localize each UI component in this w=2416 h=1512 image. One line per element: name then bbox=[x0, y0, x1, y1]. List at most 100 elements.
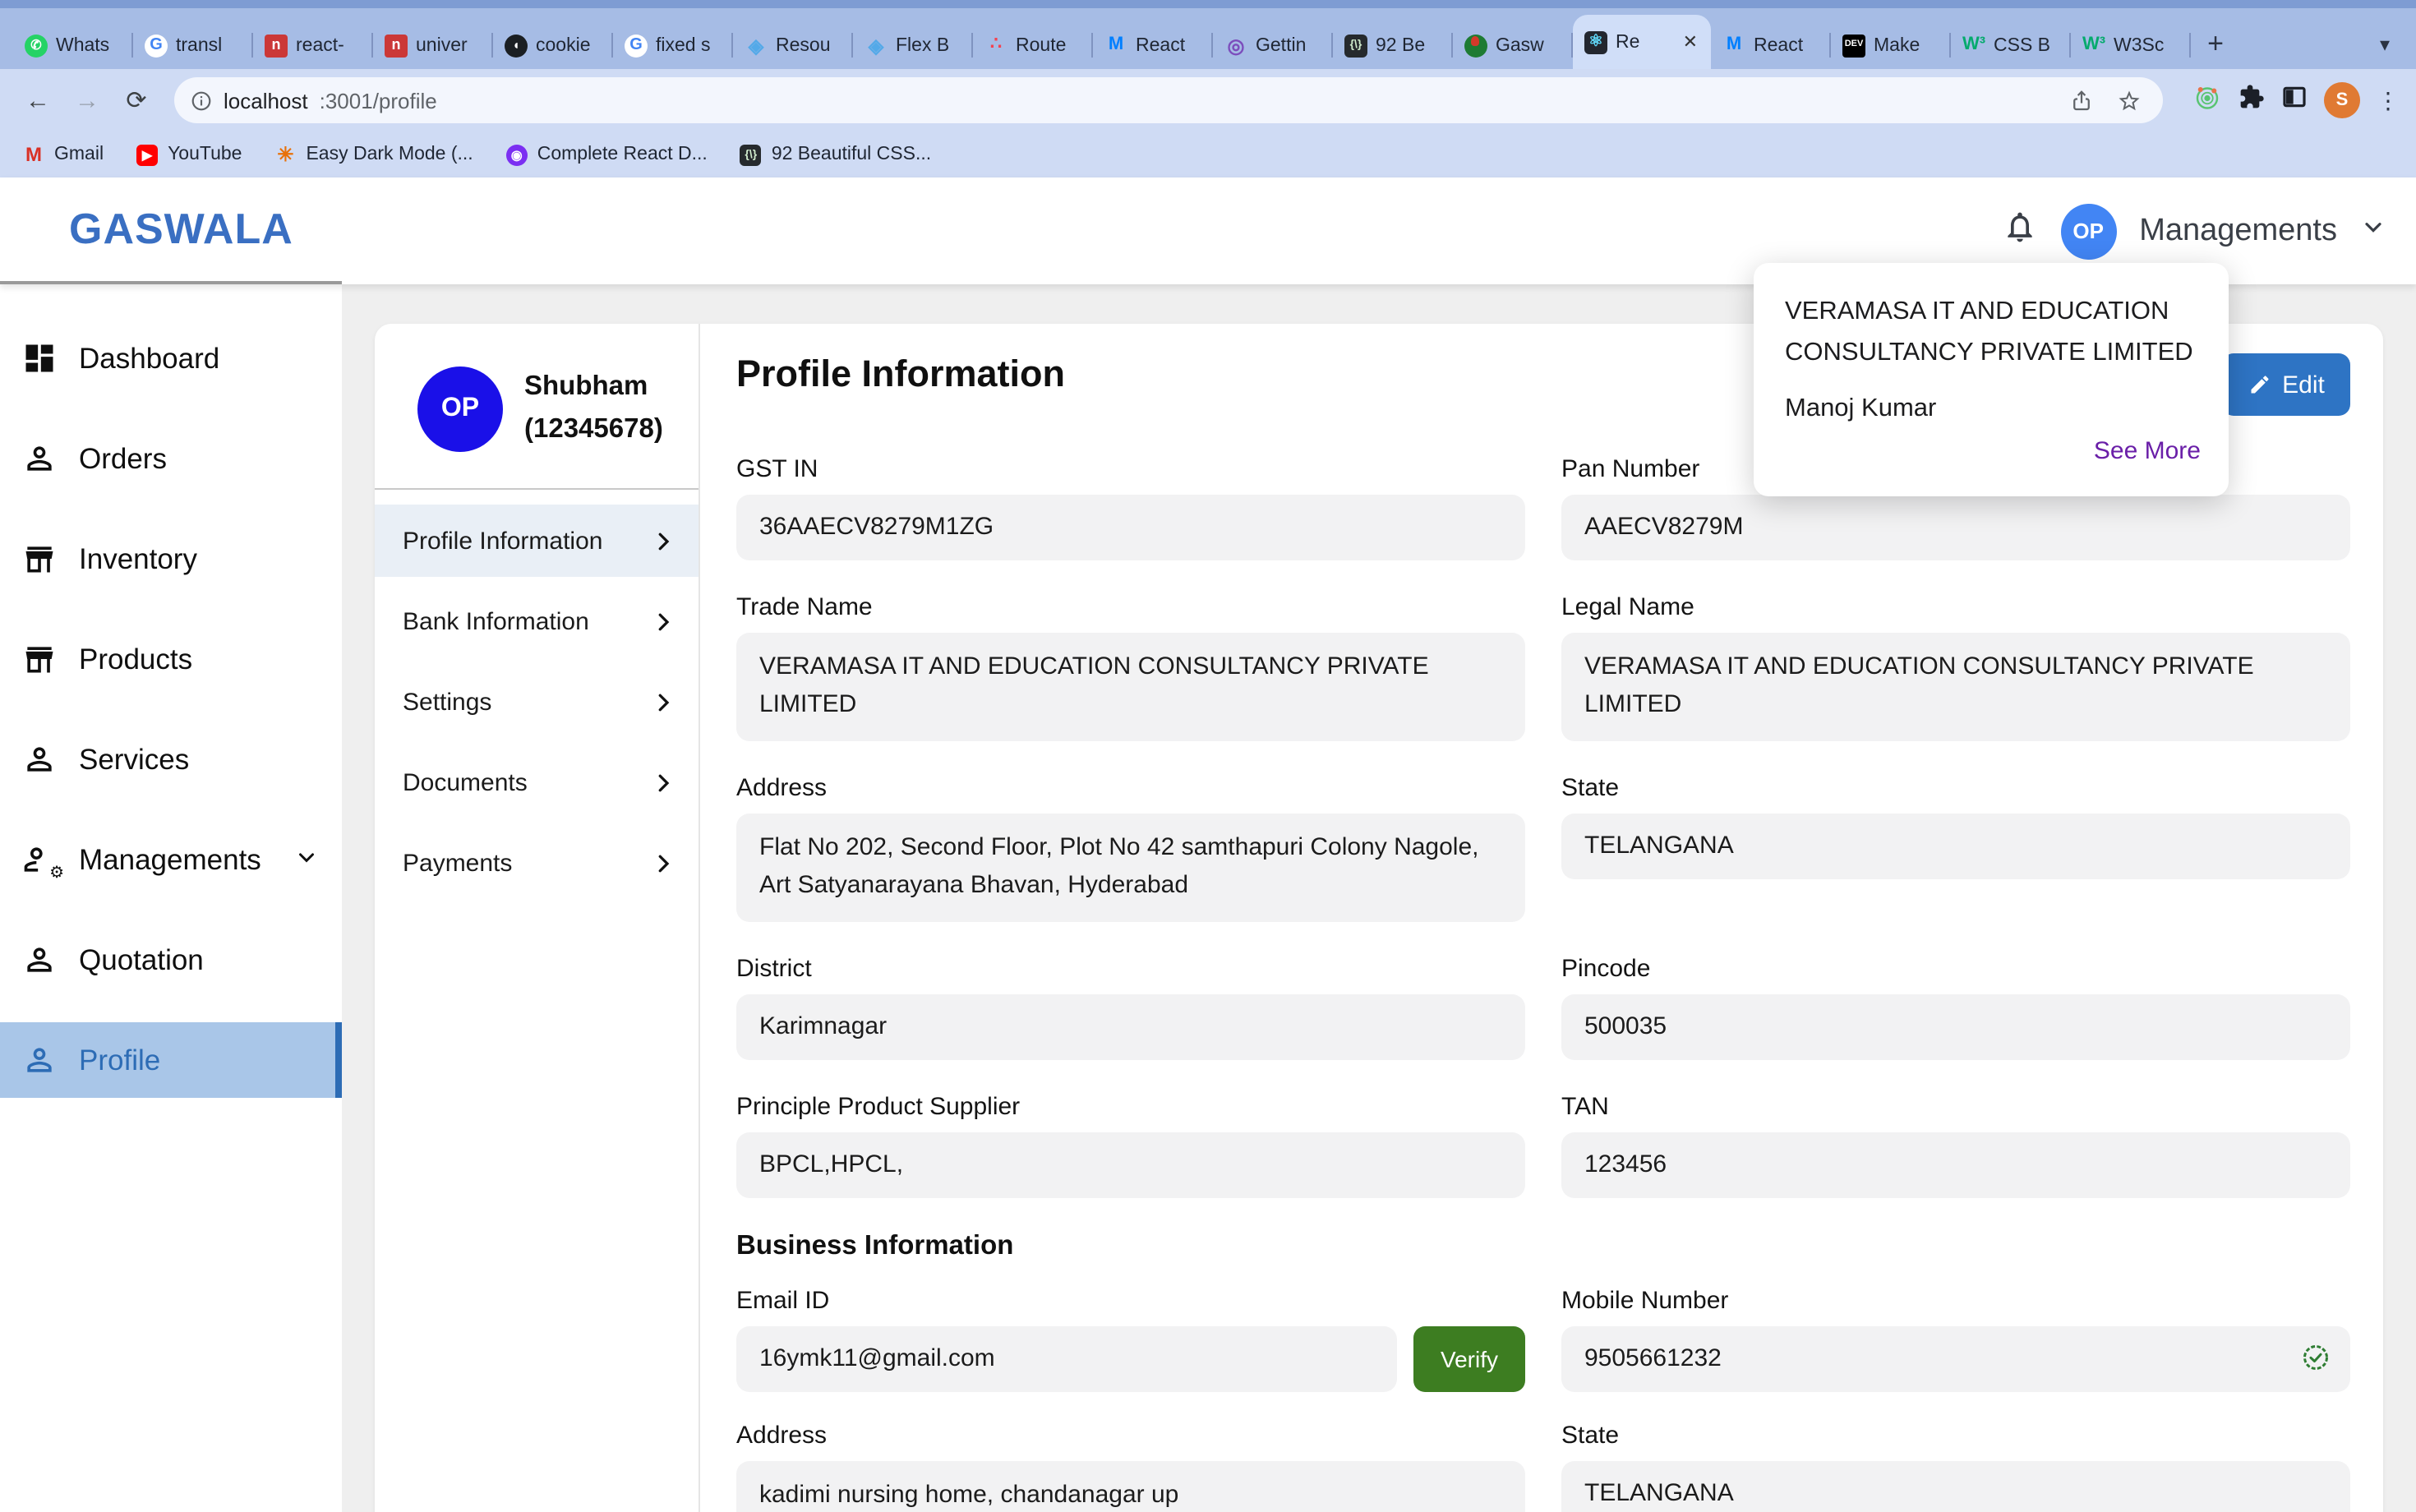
forward-button[interactable]: → bbox=[66, 79, 108, 122]
storefront-icon bbox=[21, 641, 58, 677]
browser-tab[interactable]: ◈Flex B bbox=[853, 21, 973, 69]
sidebar-item-inventory[interactable]: Inventory bbox=[0, 521, 342, 597]
sidebar-item-profile[interactable]: Profile bbox=[0, 1022, 342, 1098]
bookmark-item[interactable]: ▶YouTube bbox=[136, 144, 242, 165]
chevron-down-icon[interactable] bbox=[2360, 214, 2386, 248]
sidebar-item-dashboard[interactable]: Dashboard bbox=[0, 320, 342, 396]
browser-tab[interactable]: ◖cookie bbox=[493, 21, 613, 69]
react-course-icon: ◉ bbox=[506, 144, 528, 165]
bookmark-item[interactable]: ✳Easy Dark Mode (... bbox=[274, 144, 473, 165]
business-state-field[interactable]: TELANGANA bbox=[1561, 1461, 2350, 1512]
extensions-puzzle-icon[interactable] bbox=[2238, 83, 2265, 118]
sidebar-item-managements[interactable]: ⚙ Managements bbox=[0, 822, 342, 897]
sidebar-item-services[interactable]: Services bbox=[0, 721, 342, 797]
business-address-label: Address bbox=[736, 1422, 1525, 1450]
mui-icon: M bbox=[1722, 34, 1745, 57]
address-bar[interactable]: localhost:3001/profile bbox=[174, 77, 2163, 123]
trade-name-label: Trade Name bbox=[736, 593, 1525, 621]
react-devtools-icon[interactable] bbox=[2192, 81, 2222, 119]
legal-name-label: Legal Name bbox=[1561, 593, 2350, 621]
district-field[interactable]: Karimnagar bbox=[736, 994, 1525, 1060]
person-icon bbox=[21, 1042, 58, 1078]
profile-avatar: OP bbox=[417, 366, 503, 452]
close-tab-icon[interactable]: ✕ bbox=[1681, 31, 1699, 53]
back-button[interactable]: ← bbox=[16, 79, 59, 122]
bookmark-star-icon[interactable] bbox=[2110, 82, 2146, 118]
browser-tab[interactable]: {\}92 Be bbox=[1333, 21, 1453, 69]
new-tab-button[interactable]: + bbox=[2191, 20, 2240, 69]
browser-tab[interactable]: Gtransl bbox=[133, 21, 253, 69]
react-router-icon: ∴ bbox=[984, 34, 1007, 57]
browser-tab[interactable]: ◎Gettin bbox=[1213, 21, 1333, 69]
browser-tab[interactable]: ✆Whats bbox=[13, 21, 133, 69]
account-menu-label[interactable]: Managements bbox=[2139, 213, 2337, 249]
subnav-profile-information[interactable]: Profile Information bbox=[375, 505, 699, 577]
profile-subnav: Profile Information Bank Information Set… bbox=[375, 490, 699, 899]
state-field[interactable]: TELANGANA bbox=[1561, 814, 2350, 879]
browser-tab[interactable]: MReact bbox=[1711, 21, 1831, 69]
site-info-icon[interactable] bbox=[191, 90, 212, 111]
gaswala-logo[interactable]: GASWALA bbox=[69, 204, 293, 255]
browser-tab[interactable]: Gfixed s bbox=[613, 21, 733, 69]
edit-button[interactable]: Edit bbox=[2222, 353, 2350, 416]
bookmarks-bar: MGmail ▶YouTube ✳Easy Dark Mode (... ◉Co… bbox=[0, 131, 2416, 177]
browser-tab[interactable]: nreact- bbox=[253, 21, 373, 69]
browser-tab[interactable]: Gasw bbox=[1453, 21, 1573, 69]
window-top-band bbox=[0, 0, 2416, 8]
user-avatar[interactable]: OP bbox=[2060, 203, 2116, 259]
gstin-field[interactable]: 36AAECV8279M1ZG bbox=[736, 495, 1525, 560]
supplier-field[interactable]: BPCL,HPCL, bbox=[736, 1132, 1525, 1198]
google-icon: G bbox=[145, 34, 168, 57]
email-field[interactable]: 16ymk11@gmail.com bbox=[736, 1326, 1397, 1392]
trade-name-field[interactable]: VERAMASA IT AND EDUCATION CONSULTANCY PR… bbox=[736, 633, 1525, 741]
pencil-icon bbox=[2248, 373, 2271, 396]
email-label: Email ID bbox=[736, 1287, 1525, 1315]
browser-tab[interactable]: W³W3Sc bbox=[2071, 21, 2191, 69]
browser-tab[interactable]: ∴Route bbox=[973, 21, 1093, 69]
side-panel-icon[interactable] bbox=[2281, 83, 2308, 118]
bookmark-item[interactable]: {\}92 Beautiful CSS... bbox=[740, 144, 931, 165]
tab-search-chevron-icon[interactable]: ▾ bbox=[2380, 20, 2390, 69]
mobile-field[interactable]: 9505661232 bbox=[1561, 1326, 2350, 1392]
browser-tab[interactable]: nuniver bbox=[373, 21, 493, 69]
npm-icon: n bbox=[385, 34, 408, 57]
browser-tab[interactable]: DEVMake bbox=[1831, 21, 1951, 69]
subnav-payments[interactable]: Payments bbox=[375, 827, 699, 899]
pan-field[interactable]: AAECV8279M bbox=[1561, 495, 2350, 560]
share-icon[interactable] bbox=[2063, 82, 2099, 118]
district-label: District bbox=[736, 955, 1525, 983]
profile-form: Profile Information Edit GST IN 36AAECV8… bbox=[700, 324, 2383, 1512]
dark-mode-extension-icon: ✳ bbox=[274, 144, 296, 165]
person-icon bbox=[21, 741, 58, 777]
browser-tab[interactable]: W³CSS B bbox=[1951, 21, 2071, 69]
address-field[interactable]: Flat No 202, Second Floor, Plot No 42 sa… bbox=[736, 814, 1525, 922]
bookmark-item[interactable]: ◉Complete React D... bbox=[506, 144, 708, 165]
browser-tab[interactable]: ◈Resou bbox=[733, 21, 853, 69]
browser-tab-active[interactable]: ⚛Re✕ bbox=[1573, 15, 1711, 69]
chevron-down-icon bbox=[294, 842, 319, 877]
verify-button[interactable]: Verify bbox=[1413, 1326, 1525, 1392]
reload-button[interactable]: ⟳ bbox=[115, 79, 158, 122]
logo-zone: GASWALA bbox=[0, 177, 342, 284]
dev-icon: DEV bbox=[1842, 34, 1865, 57]
see-more-link[interactable]: See More bbox=[1785, 437, 2201, 465]
sidebar-item-quotation[interactable]: Quotation bbox=[0, 922, 342, 998]
pincode-field[interactable]: 500035 bbox=[1561, 994, 2350, 1060]
subnav-documents[interactable]: Documents bbox=[375, 746, 699, 818]
browser-profile-avatar[interactable]: S bbox=[2324, 82, 2360, 118]
extension-cluster: S ⋮ bbox=[2192, 81, 2400, 119]
page-title: Profile Information bbox=[736, 353, 1065, 396]
legal-name-field[interactable]: VERAMASA IT AND EDUCATION CONSULTANCY PR… bbox=[1561, 633, 2350, 741]
sidebar-item-products[interactable]: Products bbox=[0, 621, 342, 697]
screenshot-stage: ✆Whats Gtransl nreact- nuniver ◖cookie G… bbox=[0, 0, 2416, 1512]
browser-tab[interactable]: MReact bbox=[1093, 21, 1213, 69]
tan-field[interactable]: 123456 bbox=[1561, 1132, 2350, 1198]
subnav-settings[interactable]: Settings bbox=[375, 666, 699, 738]
business-address-field[interactable]: kadimi nursing home, chandanagar up bbox=[736, 1461, 1525, 1512]
sidebar-item-orders[interactable]: Orders bbox=[0, 421, 342, 496]
browser-menu-icon[interactable]: ⋮ bbox=[2377, 86, 2400, 114]
subnav-bank-information[interactable]: Bank Information bbox=[375, 585, 699, 657]
bookmark-item[interactable]: MGmail bbox=[23, 144, 104, 165]
mui-icon: M bbox=[1104, 34, 1127, 57]
notification-bell-icon[interactable] bbox=[2001, 209, 2037, 253]
